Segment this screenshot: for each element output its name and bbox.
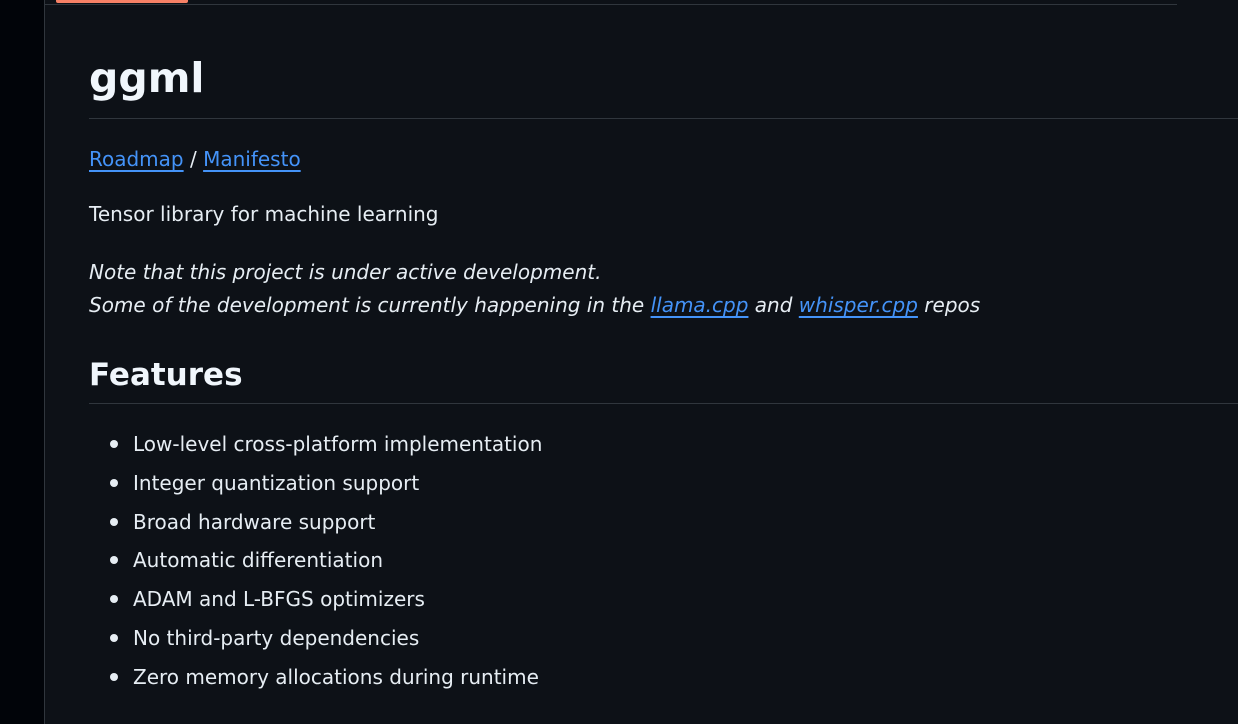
features-list: Low-level cross-platform implementation …: [89, 425, 542, 697]
bullet-icon: [110, 517, 118, 526]
list-item: Broad hardware support: [89, 503, 542, 542]
readme-viewer: ggml Roadmap / Manifesto Tensor library …: [0, 0, 1238, 724]
list-item: Automatic differentiation: [89, 541, 542, 580]
tab-bar-border: [45, 4, 1177, 5]
manifesto-link[interactable]: Manifesto: [203, 147, 301, 171]
development-note: Note that this project is under active d…: [89, 256, 980, 322]
features-divider: [89, 403, 1238, 404]
note-line-2-prefix: Some of the development is currently hap…: [89, 293, 645, 317]
feature-text: Low-level cross-platform implementation: [133, 432, 543, 456]
list-item: ADAM and L-BFGS optimizers: [89, 580, 542, 619]
bullet-icon: [110, 672, 118, 681]
left-gutter: [0, 0, 45, 724]
whisper-cpp-link[interactable]: whisper.cpp: [799, 293, 918, 317]
active-tab-indicator: [56, 0, 188, 3]
list-item: Integer quantization support: [89, 464, 542, 503]
feature-text: ADAM and L-BFGS optimizers: [133, 587, 425, 612]
readme-title: ggml: [89, 54, 205, 102]
nav-separator: /: [189, 147, 197, 171]
feature-text: Zero memory allocations during runtime: [133, 664, 539, 689]
title-divider: [89, 118, 1238, 119]
roadmap-link[interactable]: Roadmap: [89, 147, 184, 171]
note-line-2: Some of the development is currently hap…: [89, 289, 980, 322]
list-item: No third-party dependencies: [89, 619, 542, 658]
bullet-icon: [110, 478, 118, 487]
bullet-icon: [110, 595, 118, 604]
bullet-icon: [110, 556, 118, 565]
llama-cpp-link[interactable]: llama.cpp: [651, 293, 749, 317]
feature-text: Broad hardware support: [133, 509, 376, 534]
tagline: Tensor library for machine learning: [89, 202, 439, 226]
readme-nav-links: Roadmap / Manifesto: [89, 145, 301, 173]
note-line-1: Note that this project is under active d…: [89, 260, 602, 284]
features-heading: Features: [89, 357, 243, 393]
list-item: Zero memory allocations during runtime: [89, 658, 542, 697]
bullet-icon: [110, 633, 118, 642]
feature-text: Integer quantization support: [133, 470, 420, 495]
note-line-2-suffix: repos: [924, 293, 981, 317]
bullet-icon: [110, 440, 118, 448]
feature-text: No third-party dependencies: [133, 625, 420, 650]
note-and: and: [754, 293, 793, 317]
list-item: Low-level cross-platform implementation: [89, 425, 542, 464]
feature-text: Automatic differentiation: [133, 548, 383, 573]
